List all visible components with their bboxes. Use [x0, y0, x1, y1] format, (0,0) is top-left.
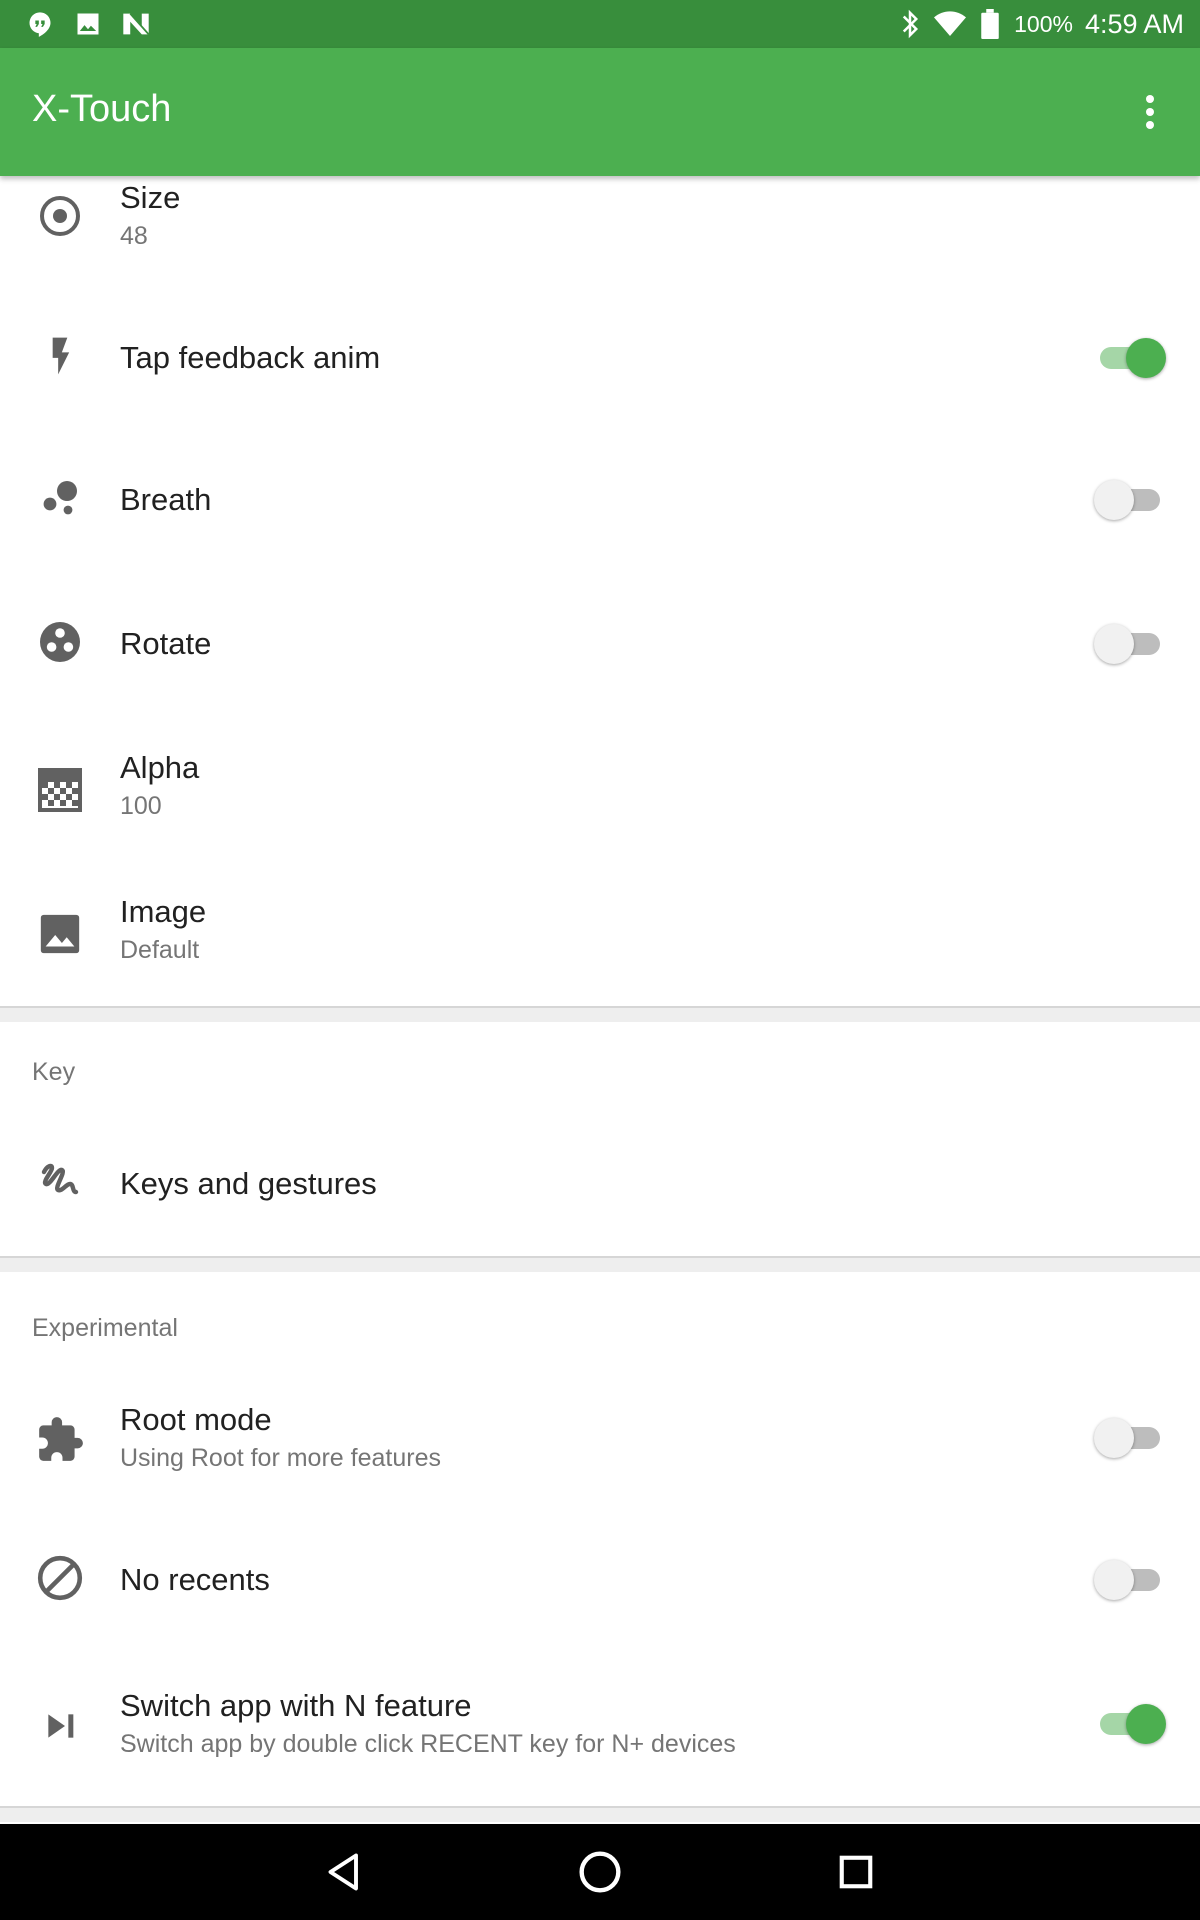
battery-icon	[974, 8, 1006, 40]
back-icon	[328, 1853, 358, 1891]
home-icon	[579, 1851, 621, 1893]
settings-list[interactable]: Size 48 Tap feedback anim Breath Rotate	[0, 176, 1200, 1824]
pref-summary: 48	[120, 222, 148, 250]
system-status: 100% 4:59 AM	[886, 0, 1184, 48]
no-recents-switch[interactable]	[1094, 1560, 1166, 1600]
block-icon	[32, 1550, 88, 1606]
n-notification-icon	[118, 8, 154, 40]
image-icon	[32, 906, 88, 962]
status-bar: 100% 4:59 AM	[0, 0, 1200, 48]
app-title: X-Touch	[32, 88, 172, 130]
pref-summary: Default	[120, 936, 200, 964]
pref-title: Breath	[120, 482, 212, 517]
bluetooth-icon	[894, 8, 926, 40]
pref-title: Keys and gestures	[120, 1166, 377, 1201]
category-experimental: Experimental	[32, 1314, 178, 1342]
pref-title: Tap feedback anim	[120, 340, 381, 375]
navigation-bar	[0, 1824, 1200, 1920]
more-vert-icon	[1146, 95, 1154, 129]
recents-icon	[839, 1855, 873, 1889]
pref-title: Alpha	[120, 750, 200, 785]
home-button[interactable]	[570, 1842, 630, 1902]
pref-summary: 100	[120, 792, 162, 820]
tap-feedback-switch[interactable]	[1094, 338, 1166, 378]
category-key: Key	[32, 1058, 76, 1086]
pref-title: Image	[120, 894, 207, 929]
notification-icons	[22, 8, 166, 40]
root-mode-switch[interactable]	[1094, 1418, 1166, 1458]
pref-breath[interactable]: Breath	[0, 430, 1200, 574]
switch-app-switch[interactable]	[1094, 1704, 1166, 1744]
section-divider	[0, 1256, 1200, 1272]
pref-tap-feedback[interactable]: Tap feedback anim	[0, 286, 1200, 430]
pref-title: Size	[120, 180, 181, 215]
pref-rotate[interactable]: Rotate	[0, 574, 1200, 718]
image-notification-icon	[70, 8, 106, 40]
hangouts-icon	[22, 8, 58, 40]
radio-target-icon	[32, 188, 88, 244]
pref-image[interactable]: Image Default	[0, 862, 1200, 1006]
pref-switch-app[interactable]: Switch app with N feature Switch app by …	[0, 1654, 1200, 1798]
gesture-icon	[32, 1152, 88, 1208]
pref-keys-gestures[interactable]: Keys and gestures	[0, 1112, 1200, 1256]
overflow-menu-button[interactable]	[1122, 84, 1178, 140]
pref-root-mode[interactable]: Root mode Using Root for more features	[0, 1366, 1200, 1510]
pref-summary: Switch app by double click RECENT key fo…	[120, 1730, 736, 1758]
section-divider	[0, 1006, 1200, 1022]
clock: 4:59 AM	[1084, 8, 1184, 39]
pref-size[interactable]: Size 48	[0, 176, 1200, 286]
battery-percent: 100%	[1014, 10, 1073, 37]
breath-switch[interactable]	[1094, 480, 1166, 520]
pref-no-recents[interactable]: No recents	[0, 1510, 1200, 1654]
skip-next-icon	[32, 1698, 88, 1754]
recents-button[interactable]	[826, 1842, 886, 1902]
rotate-switch[interactable]	[1094, 624, 1166, 664]
pref-title: Rotate	[120, 626, 212, 661]
wifi-icon	[934, 8, 967, 40]
puzzle-icon	[32, 1412, 88, 1468]
app-bar: X-Touch	[0, 48, 1200, 176]
bubbles-icon	[32, 470, 88, 526]
transparency-icon	[32, 762, 88, 818]
section-divider	[0, 1806, 1200, 1822]
pref-title: Root mode	[120, 1402, 272, 1437]
rotate-circle-icon	[32, 614, 88, 670]
back-button[interactable]	[314, 1842, 374, 1902]
pref-title: No recents	[120, 1562, 270, 1597]
pref-summary: Using Root for more features	[120, 1444, 441, 1472]
flash-icon	[32, 328, 88, 384]
pref-alpha[interactable]: Alpha 100	[0, 718, 1200, 862]
pref-title: Switch app with N feature	[120, 1688, 472, 1723]
